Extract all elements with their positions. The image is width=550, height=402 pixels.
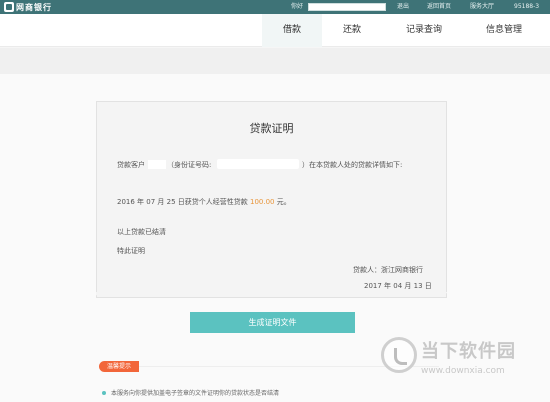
username-redacted	[308, 3, 386, 11]
hotline-number: 95188-3	[514, 3, 540, 10]
tips-badge: 温馨提示	[99, 361, 139, 372]
main-nav: 借款 还款 记录查询 信息管理	[0, 14, 550, 47]
logo[interactable]: 网商银行	[4, 1, 52, 13]
loan-detail-line: 2016 年 07 月 25 日获贷个人经营性贷款 100.00 元。	[117, 197, 291, 207]
settled-statement: 以上贷款已结清	[117, 228, 166, 236]
tab-info-management[interactable]: 信息管理	[474, 14, 534, 47]
bank-logo-icon	[4, 2, 14, 12]
certificate-zigzag-edge	[96, 292, 447, 298]
id-number-label: （身份证号码:	[167, 161, 212, 169]
back-home-link[interactable]: 返回首页	[427, 2, 451, 12]
greeting: 你好	[291, 3, 304, 10]
watermark-url: www.downxia.com	[421, 366, 505, 376]
bullet-icon	[102, 391, 106, 395]
tab-borrow[interactable]: 借款	[262, 14, 322, 47]
tab-repay[interactable]: 还款	[322, 14, 382, 47]
id-number-redacted	[217, 159, 299, 169]
watermark-name: 当下软件园	[421, 341, 516, 362]
logout-link[interactable]: 退出	[397, 2, 409, 12]
loan-details-intro: ）在本贷款人处的贷款详情如下:	[302, 161, 403, 169]
customer-name-redacted	[148, 160, 166, 169]
tip-item: 本服务向你提供加盖电子签章的文件证明你的贷款状态是否结清	[111, 390, 280, 397]
service-hall-link[interactable]: 服务大厅	[470, 2, 494, 12]
loan-amount-unit: 元。	[276, 198, 291, 206]
certificate-title: 贷款证明	[249, 122, 294, 135]
lender-name: 贷款人：浙江网商银行	[353, 266, 423, 274]
hereby-certify: 特此证明	[117, 247, 145, 255]
watermark-logo-icon	[381, 337, 417, 373]
loan-amount: 100.00	[250, 198, 275, 206]
customer-label: 贷款客户	[117, 161, 145, 169]
certificate-date: 2017 年 04 月 13 日	[364, 282, 432, 290]
loan-date-text: 2016 年 07 月 25 日获贷个人经营性贷款	[117, 198, 248, 206]
tab-records[interactable]: 记录查询	[394, 14, 454, 47]
subheader-stripe	[0, 48, 550, 74]
logo-text: 网商银行	[16, 2, 52, 12]
top-bar: 网商银行 你好 退出 返回首页 服务大厅 95188-3	[0, 0, 550, 14]
generate-certificate-button[interactable]: 生成证明文件	[190, 312, 355, 333]
